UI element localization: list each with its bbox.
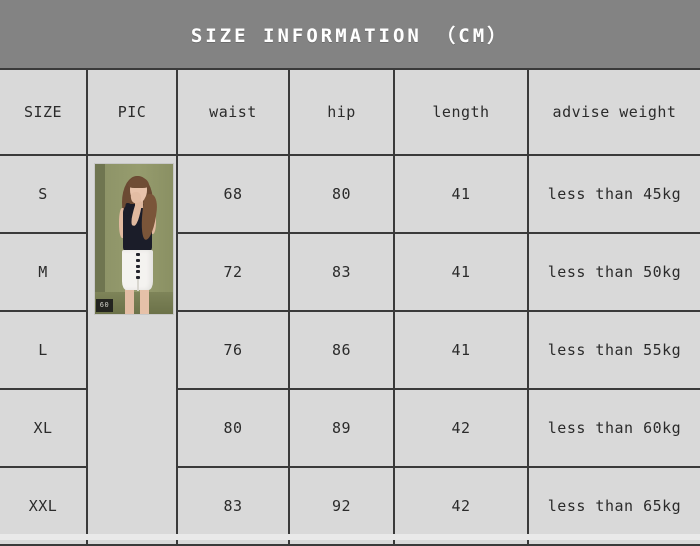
photo-watermark: 60 [96, 299, 113, 312]
size-chart: SIZE INFORMATION （CM） SIZE PIC waist hip… [0, 0, 700, 546]
header-cell-pic: PIC [87, 68, 178, 156]
model-left-leg [125, 288, 134, 314]
model-fringe [128, 177, 149, 188]
cell-hip: 83 [289, 233, 395, 312]
photo-watermark-label: 60 [99, 301, 110, 309]
cell-weight: less than 55kg [528, 311, 700, 390]
header-cell-size: SIZE [0, 68, 88, 156]
bottom-strip [0, 534, 700, 540]
header-cell-hip: hip [289, 68, 395, 156]
header-cell-length: length [394, 68, 529, 156]
cell-length: 41 [394, 233, 529, 312]
cell-size: XL [0, 389, 88, 468]
cell-length: 41 [394, 155, 529, 234]
cell-hip: 89 [289, 389, 395, 468]
cell-length: 42 [394, 389, 529, 468]
cell-size: S [0, 155, 88, 234]
cell-weight: less than 45kg [528, 155, 700, 234]
cell-length: 41 [394, 311, 529, 390]
cell-hip: 80 [289, 155, 395, 234]
cell-weight: less than 60kg [528, 389, 700, 468]
cell-waist: 72 [177, 233, 290, 312]
header-cell-weight: advise weight [528, 68, 700, 156]
cell-waist: 76 [177, 311, 290, 390]
product-photo-cell: 60 [87, 155, 178, 546]
table-header-row: SIZE PIC waist hip length advise weight [0, 68, 700, 156]
cell-waist: 80 [177, 389, 290, 468]
table-row: S 60 68 80 41 less than 45kg [0, 155, 700, 546]
size-table: SIZE PIC waist hip length advise weight … [0, 68, 700, 546]
shorts-button-placket [136, 253, 140, 279]
cell-size: L [0, 311, 88, 390]
model-right-leg [140, 288, 149, 314]
title-banner: SIZE INFORMATION （CM） [0, 0, 700, 68]
cell-hip: 86 [289, 311, 395, 390]
cell-weight: less than 50kg [528, 233, 700, 312]
header-cell-waist: waist [177, 68, 290, 156]
cell-waist: 68 [177, 155, 290, 234]
size-table-wrapper: SIZE PIC waist hip length advise weight … [0, 68, 700, 546]
model-photo: 60 [95, 164, 173, 314]
cell-size: M [0, 233, 88, 312]
page-title: SIZE INFORMATION （CM） [190, 24, 510, 47]
